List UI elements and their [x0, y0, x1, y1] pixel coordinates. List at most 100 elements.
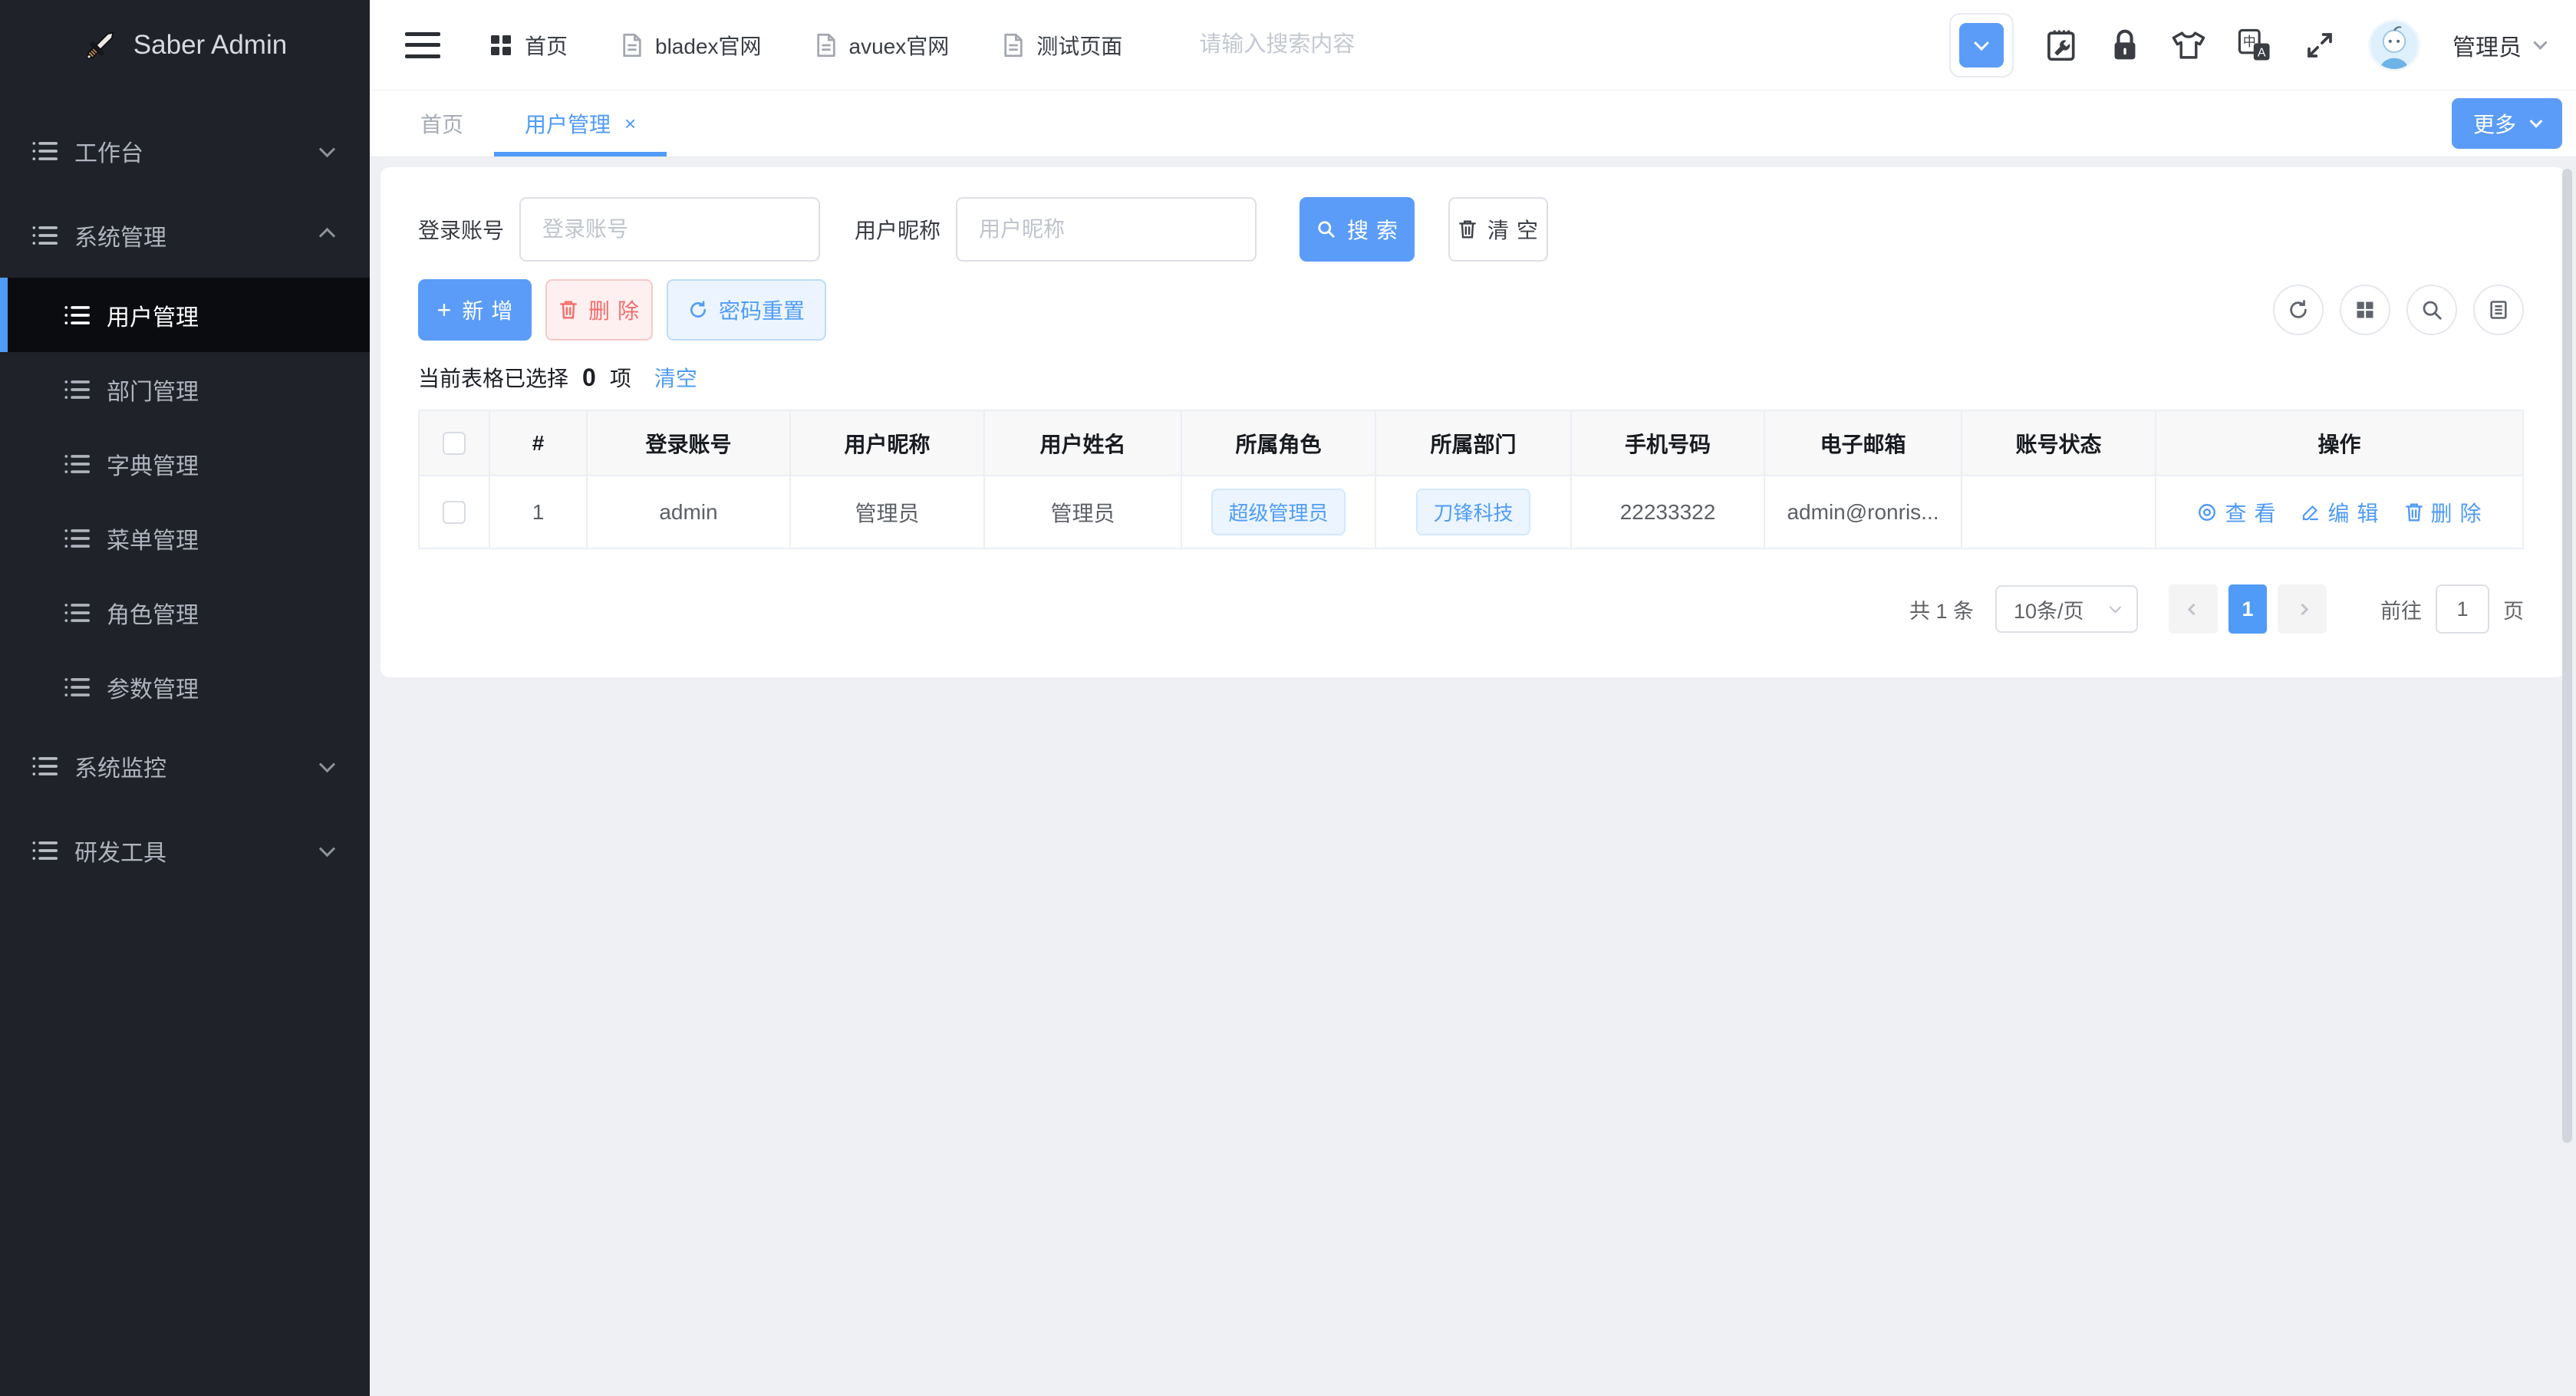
add-button-label: 新增	[462, 299, 521, 323]
sidebar-item-label: 系统监控	[74, 756, 166, 782]
list-icon	[32, 840, 58, 861]
add-button[interactable]: + 新增	[418, 279, 532, 341]
toggle-search-button[interactable]	[2406, 285, 2457, 335]
reset-password-button[interactable]: 密码重置	[667, 279, 827, 341]
grid-icon	[2357, 301, 2373, 318]
col-email: 电子邮箱	[1765, 411, 1962, 475]
close-icon[interactable]: ×	[624, 112, 636, 136]
sidebar-item-system-management[interactable]: 系统管理	[0, 193, 370, 278]
topmenu-item-test-page[interactable]: 测试页面	[1003, 30, 1122, 61]
global-search-input[interactable]	[1199, 32, 1522, 58]
page-number-current[interactable]: 1	[2228, 584, 2267, 634]
col-actions: 操作	[2156, 411, 2522, 475]
display-settings-button[interactable]	[2473, 285, 2524, 335]
sidebar-item-label: 用户管理	[107, 305, 199, 331]
fullscreen-icon[interactable]	[2304, 29, 2336, 61]
view-link[interactable]: 查看	[2197, 497, 2275, 528]
changelog-icon[interactable]	[2046, 28, 2078, 62]
table-tools	[2273, 285, 2524, 335]
user-table: # 登录账号 用户昵称 用户姓名 所属角色 所属部门 手机号码 电子邮箱 账号状…	[418, 410, 2524, 549]
plus-icon: +	[436, 296, 452, 324]
chevron-down-icon	[318, 140, 336, 157]
cell-phone: 22233322	[1572, 475, 1765, 548]
table-toolbar: + 新增 删除 密码重置	[418, 279, 2524, 341]
edit-pencil-icon	[2303, 505, 2319, 520]
column-settings-button[interactable]	[2340, 285, 2390, 335]
sidebar-item-label: 角色管理	[107, 602, 199, 628]
chevron-up-icon	[318, 227, 336, 244]
account-field[interactable]	[519, 197, 821, 262]
clear-button[interactable]: 清空	[1448, 197, 1549, 262]
sidebar-item-menu-management[interactable]: 菜单管理	[0, 501, 370, 575]
topmenu-label: avuex官网	[848, 34, 950, 58]
document-icon	[815, 33, 837, 58]
user-menu[interactable]: 管理员	[2452, 28, 2548, 62]
navbar-actions: 中A 管理员	[1949, 12, 2548, 77]
sidebar-item-system-monitor[interactable]: 系统监控	[0, 724, 370, 808]
prev-page-button[interactable]	[2169, 584, 2218, 634]
refresh-icon	[2290, 300, 2307, 318]
nickname-field[interactable]	[956, 197, 1257, 262]
col-status: 账号状态	[1962, 411, 2156, 475]
app-title: Saber Admin	[133, 30, 288, 60]
chevron-down-icon	[2533, 35, 2548, 50]
list-icon	[64, 379, 90, 400]
delete-link[interactable]: 删除	[2405, 497, 2482, 528]
next-page-button[interactable]	[2278, 584, 2327, 634]
goto-page-input[interactable]	[2436, 584, 2489, 634]
tab-user-management[interactable]: 用户管理 ×	[494, 91, 667, 156]
theme-tshirt-icon[interactable]	[2172, 30, 2205, 61]
chevron-down-icon	[318, 840, 336, 857]
search-button-label: 搜索	[1347, 219, 1406, 242]
refresh-icon	[688, 300, 708, 320]
cell-realname: 管理员	[985, 475, 1182, 548]
pagination-goto: 前往 页	[2380, 584, 2524, 634]
search-button[interactable]: 搜索	[1300, 197, 1415, 262]
delete-button[interactable]: 删除	[545, 279, 653, 341]
goto-suffix: 页	[2503, 599, 2524, 623]
sidebar-item-dept-management[interactable]: 部门管理	[0, 352, 370, 426]
top-menu-toggle-button[interactable]	[1949, 12, 2014, 77]
sidebar-item-role-management[interactable]: 角色管理	[0, 575, 370, 650]
col-account: 登录账号	[588, 411, 791, 475]
select-all-checkbox[interactable]	[443, 431, 466, 455]
tabs-more-button[interactable]: 更多	[2451, 98, 2562, 149]
page-size-value: 10条/页	[2014, 599, 2084, 623]
sidebar-item-dev-tools[interactable]: 研发工具	[0, 808, 370, 893]
avatar[interactable]	[2368, 18, 2420, 71]
selection-clear-link[interactable]: 清空	[654, 362, 697, 393]
row-checkbox[interactable]	[443, 500, 466, 524]
main-area: 首页 bladex官网 avuex官网 测试页面 请输入搜索内容 中 A 管理员…	[370, 0, 2576, 1396]
list-icon	[32, 225, 58, 246]
cell-nickname: 管理员	[791, 475, 985, 548]
sidebar-item-dict-management[interactable]: 字典管理	[0, 426, 370, 501]
grid-icon	[489, 34, 512, 57]
language-icon[interactable]: 中A	[2238, 28, 2271, 62]
pagination-total: 共 1 条	[1909, 599, 1974, 623]
sidebar-item-label: 字典管理	[107, 453, 199, 479]
chevron-down-icon	[318, 756, 336, 772]
account-field-label: 登录账号	[418, 219, 505, 242]
chevron-left-icon	[2187, 603, 2199, 615]
list-icon	[64, 528, 90, 549]
edit-label: 编辑	[2327, 501, 2387, 525]
topmenu-item-bladex[interactable]: bladex官网	[621, 30, 762, 61]
clear-button-label: 清空	[1487, 219, 1547, 242]
pagination: 共 1 条 10条/页 1 前往 页	[418, 584, 2524, 634]
chevron-down-icon	[2529, 114, 2543, 128]
sidebar-item-user-management[interactable]: 用户管理	[0, 278, 370, 352]
col-index: #	[490, 411, 588, 475]
collapse-menu-icon[interactable]	[405, 31, 440, 58]
sidebar-menu: 工作台 系统管理 用户管理 部门管理 字典管理 菜单管理 角色管理 参数管理 系…	[0, 91, 370, 893]
edit-link[interactable]: 编辑	[2301, 497, 2378, 528]
trash-icon	[559, 300, 578, 320]
sidebar-item-workbench[interactable]: 工作台	[0, 109, 370, 193]
page-size-select[interactable]: 10条/页	[1995, 585, 2138, 633]
topmenu-item-avuex[interactable]: avuex官网	[815, 30, 950, 61]
tab-home[interactable]: 首页	[390, 91, 494, 156]
vertical-scrollbar[interactable]	[2562, 169, 2572, 1143]
sidebar-item-param-management[interactable]: 参数管理	[0, 650, 370, 724]
refresh-button[interactable]	[2273, 285, 2324, 335]
topmenu-item-home[interactable]: 首页	[489, 30, 568, 61]
lock-icon[interactable]	[2110, 28, 2140, 62]
